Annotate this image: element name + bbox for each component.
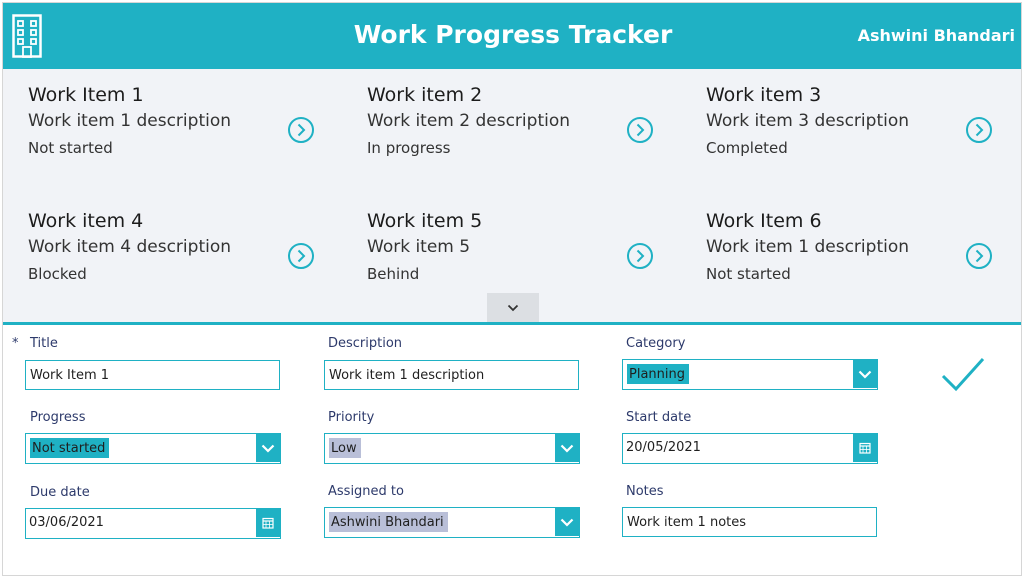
chevron-right-circle-icon[interactable] [965,242,993,270]
title-label: Title [30,336,58,351]
chevron-right-circle-icon[interactable] [626,242,654,270]
gallery-item[interactable]: Work item 4 Work item 4 description Bloc… [3,195,342,321]
chevron-right-circle-icon[interactable] [287,242,315,270]
calendar-icon[interactable] [256,509,280,537]
checkmark-icon[interactable] [939,355,987,395]
category-dropdown[interactable]: Planning [622,359,878,390]
gallery-item[interactable]: Work Item 1 Work item 1 description Not … [3,69,342,195]
chevron-down-icon[interactable] [853,360,877,388]
chevron-down-icon[interactable] [555,434,579,462]
category-label: Category [626,336,686,351]
item-description: Work item 1 description [706,237,910,257]
chevron-right-circle-icon[interactable] [287,116,315,144]
assigned-to-label: Assigned to [328,484,404,499]
start-date-picker[interactable]: 20/05/2021 [622,433,878,464]
chevron-down-icon [507,304,519,311]
title-input[interactable] [25,360,280,390]
item-status: Not started [706,265,791,283]
item-status: Behind [367,265,420,283]
progress-dropdown[interactable]: Not started [25,433,281,464]
user-name: Ashwini Bhandari [857,26,1015,45]
start-date-value: 20/05/2021 [626,440,701,455]
chevron-down-icon[interactable] [256,434,280,462]
progress-selected: Not started [30,438,110,458]
due-date-value: 03/06/2021 [29,515,104,530]
required-marker: * [12,336,19,351]
calendar-icon[interactable] [853,434,877,462]
item-title: Work item 5 [367,210,483,232]
priority-selected: Low [329,438,361,458]
assigned-to-selected: Ashwini Bhandari [329,512,448,532]
item-title: Work item 3 [706,84,822,106]
item-status: Completed [706,139,788,157]
header-bar: Work Progress Tracker Ashwini Bhandari [3,3,1021,69]
item-status: Blocked [28,265,87,283]
expand-gallery-button[interactable] [487,293,539,322]
notes-label: Notes [626,484,664,499]
item-status: In progress [367,139,451,157]
app-screen: Work Progress Tracker Ashwini Bhandari W… [2,2,1022,576]
category-selected: Planning [627,364,689,384]
item-title: Work item 4 [28,210,144,232]
gallery-item[interactable]: Work item 2 Work item 2 description In p… [342,69,681,195]
due-date-picker[interactable]: 03/06/2021 [25,508,281,539]
chevron-right-circle-icon[interactable] [626,116,654,144]
due-date-label: Due date [30,485,90,500]
chevron-right-circle-icon[interactable] [965,116,993,144]
item-description: Work item 2 description [367,111,571,131]
description-input[interactable] [324,360,579,390]
start-date-label: Start date [626,410,692,425]
edit-form: * Title Description Category Planning Pr… [3,325,1021,575]
item-description: Work item 3 description [706,111,910,131]
progress-label: Progress [30,410,86,425]
chevron-down-icon[interactable] [555,508,579,536]
notes-input[interactable] [622,507,877,537]
priority-dropdown[interactable]: Low [324,433,580,464]
item-description: Work item 4 description [28,237,232,257]
item-status: Not started [28,139,113,157]
item-title: Work Item 6 [706,210,822,232]
gallery-item[interactable]: Work Item 6 Work item 1 description Not … [681,195,1020,321]
work-items-gallery: Work Item 1 Work item 1 description Not … [3,69,1021,322]
item-title: Work item 2 [367,84,483,106]
priority-label: Priority [328,410,375,425]
item-title: Work Item 1 [28,84,144,106]
item-description: Work item 5 [367,237,471,257]
gallery-item[interactable]: Work item 3 Work item 3 description Comp… [681,69,1020,195]
item-description: Work item 1 description [28,111,232,131]
description-label: Description [328,336,403,351]
assigned-to-dropdown[interactable]: Ashwini Bhandari [324,507,580,538]
